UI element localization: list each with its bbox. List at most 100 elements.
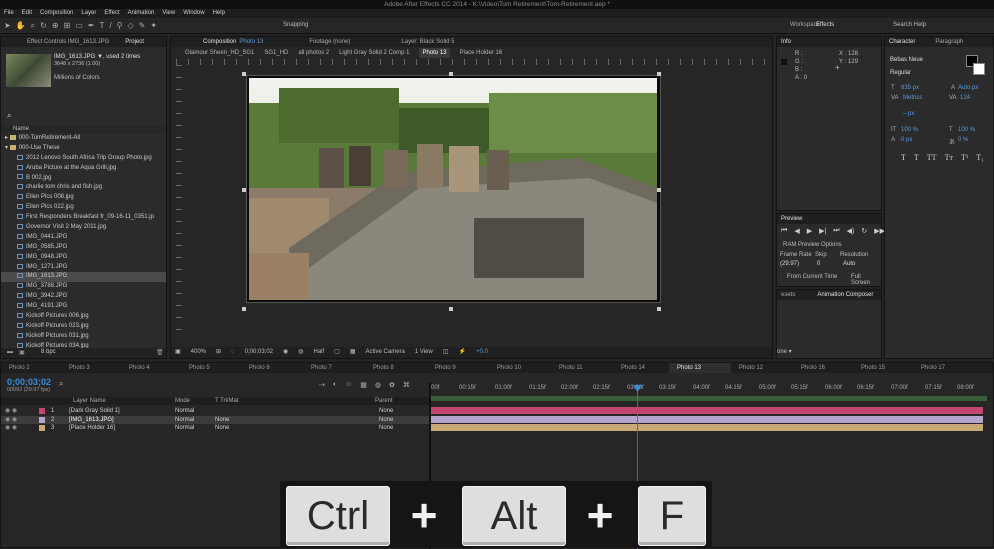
layer-bar[interactable] (431, 424, 983, 431)
stroke-width-value[interactable]: – px (903, 111, 914, 117)
folder-row[interactable]: ▾ 000-Use These (1, 144, 166, 154)
file-row[interactable]: charlie tom chris and fish.jpg (1, 183, 166, 193)
visibility-icon[interactable]: ◉ ◉ (1, 407, 39, 416)
toggle-pixel-icon[interactable]: ◫ (443, 347, 449, 358)
file-row[interactable]: IMG_0948.JPG (1, 253, 166, 263)
layer-name[interactable]: [Dark Gray Solid 1] (59, 407, 175, 416)
file-row[interactable]: Kickoff Pictures 006.jpg (1, 312, 166, 322)
tab-presets[interactable]: esets (781, 292, 795, 298)
workspace-select[interactable]: Effects (816, 22, 834, 28)
small-caps-button[interactable]: Tт (945, 153, 953, 162)
tab-project[interactable]: Project (125, 39, 144, 45)
col-trkmat[interactable]: T TrkMat (215, 397, 239, 405)
layer-mode[interactable]: Normal (175, 407, 215, 416)
puppet-tool-icon[interactable]: ✦ (150, 20, 157, 32)
camera-select[interactable]: Active Camera (366, 347, 405, 358)
ram-options[interactable]: RAM Preview Options (783, 242, 842, 248)
magnification-icon[interactable]: ▣ (175, 347, 181, 358)
timeline-tab[interactable]: Photo 4 (121, 363, 181, 373)
visibility-icon[interactable]: ◉ ◉ (1, 424, 39, 433)
all-caps-button[interactable]: TT (927, 153, 937, 162)
horizontal-scale-value[interactable]: 100 % (958, 127, 975, 133)
layer-parent[interactable]: None (379, 424, 419, 433)
motion-blur-icon[interactable]: ◍ (375, 381, 381, 389)
timeline-tab[interactable]: Photo 14 (613, 363, 669, 373)
layer-name[interactable]: [Place Holder 16] (59, 424, 175, 433)
tab-comp-name[interactable]: Photo 13 (239, 39, 263, 45)
menu-view[interactable]: View (162, 9, 175, 18)
transform-handle[interactable] (242, 72, 246, 76)
roi-icon[interactable]: ▢ (334, 347, 340, 358)
new-comp-icon[interactable]: ▣ (19, 349, 25, 356)
col-mode[interactable]: Mode (175, 397, 190, 405)
skip-select[interactable]: 0 (817, 261, 820, 267)
comp-image[interactable] (249, 78, 657, 300)
folder-icon[interactable]: ▬ (7, 349, 13, 355)
tab-effect-controls[interactable]: Effect Controls IMG_1613.JPG (27, 39, 109, 45)
zoom-tool-icon[interactable]: ⌕ (31, 20, 35, 32)
work-area-bar[interactable] (431, 396, 987, 401)
baseline-value[interactable]: 0 px (901, 137, 912, 143)
audio-icon[interactable]: ◀) (847, 227, 855, 235)
menu-window[interactable]: Window (183, 9, 204, 18)
visibility-icon[interactable]: ◉ ◉ (1, 416, 39, 425)
layer-bar[interactable] (431, 407, 983, 414)
tab-paragraph[interactable]: Paragraph (935, 39, 963, 45)
tab-preview[interactable]: Preview (781, 216, 802, 222)
layer-switches[interactable] (255, 416, 379, 425)
font-style-select[interactable]: Regular (890, 70, 911, 76)
next-frame-icon[interactable]: ▶| (819, 227, 826, 235)
menu-layer[interactable]: Layer (81, 9, 96, 18)
layer-parent[interactable]: None (379, 407, 419, 416)
menu-help[interactable]: Help (213, 9, 225, 18)
menu-effect[interactable]: Effect (104, 9, 119, 18)
file-row[interactable]: Governor Visit 2 May 2011.jpg (1, 223, 166, 233)
stroke-color-swatch[interactable] (973, 63, 985, 75)
file-row[interactable]: Kickoff Pictures 031.jpg (1, 332, 166, 342)
transform-handle[interactable] (657, 188, 661, 192)
camera-tool-icon[interactable]: ⊕ (52, 20, 59, 32)
prev-frame-icon[interactable]: ◀ (794, 227, 799, 235)
layer-mode[interactable]: Normal (175, 416, 215, 425)
faux-italic-button[interactable]: T (914, 153, 919, 162)
timeline-tab[interactable]: Photo 8 (365, 363, 427, 373)
menu-composition[interactable]: Composition (40, 9, 73, 18)
timeline-timecode[interactable]: 0;00;03;02 (7, 377, 51, 387)
transform-handle[interactable] (657, 72, 661, 76)
layer-switches[interactable] (255, 424, 379, 433)
full-screen[interactable]: Full Screen (851, 274, 881, 286)
channel-icon[interactable]: ◍ (298, 347, 303, 358)
timeline-tab[interactable]: Photo 6 (241, 363, 303, 373)
file-row[interactable]: IMG_1271.JPG (1, 263, 166, 273)
layer-switches[interactable] (255, 407, 379, 416)
kerning-value[interactable]: Metrics (903, 95, 922, 101)
pan-behind-tool-icon[interactable]: ⊞ (64, 20, 71, 32)
file-row-selected[interactable]: IMG_1613.JPG (1, 272, 166, 283)
tsume-value[interactable]: 0 % (958, 137, 968, 143)
transform-handle[interactable] (242, 307, 246, 311)
fast-preview-icon[interactable]: ⚡ (458, 347, 465, 358)
rotate-tool-icon[interactable]: ↻ (40, 20, 47, 32)
tracking-value[interactable]: 124 (960, 95, 970, 101)
flow-item[interactable]: Light Gray Solid 2 Comp 1 (339, 48, 409, 58)
transform-handle[interactable] (449, 307, 453, 311)
view-layout-select[interactable]: 1 View (415, 347, 433, 358)
first-frame-icon[interactable]: ⏮ (781, 227, 787, 235)
font-size-value[interactable]: 835 px (901, 85, 919, 91)
file-row[interactable]: IMG_4191.JPG (1, 302, 166, 312)
layer-row[interactable]: ◉ ◉ 1 [Dark Gray Solid 1] Normal None (1, 407, 429, 416)
timeline-tab-active[interactable]: Photo 13 (669, 363, 731, 373)
loop-icon[interactable]: ↻ (861, 227, 867, 235)
hand-tool-icon[interactable]: ✋ (16, 20, 26, 32)
timeline-tab[interactable]: Photo 17 (913, 363, 973, 373)
timeline-tab[interactable]: Photo 7 (303, 363, 365, 373)
col-layer-name[interactable]: Layer Name (73, 397, 106, 405)
file-row[interactable]: Aruba Picture at the Aqua Grill.jpg (1, 164, 166, 174)
play-icon[interactable]: ▶ (807, 227, 812, 235)
tab-footage[interactable]: Footage (none) (309, 39, 350, 45)
clone-tool-icon[interactable]: ⚲ (117, 20, 123, 32)
resolution-select[interactable]: Auto (843, 261, 855, 267)
file-row[interactable]: 2012 Lenovo South Africa Trip Group Phot… (1, 154, 166, 164)
file-row[interactable]: IMG_0585.JPG (1, 243, 166, 253)
eraser-tool-icon[interactable]: ◇ (128, 20, 134, 32)
